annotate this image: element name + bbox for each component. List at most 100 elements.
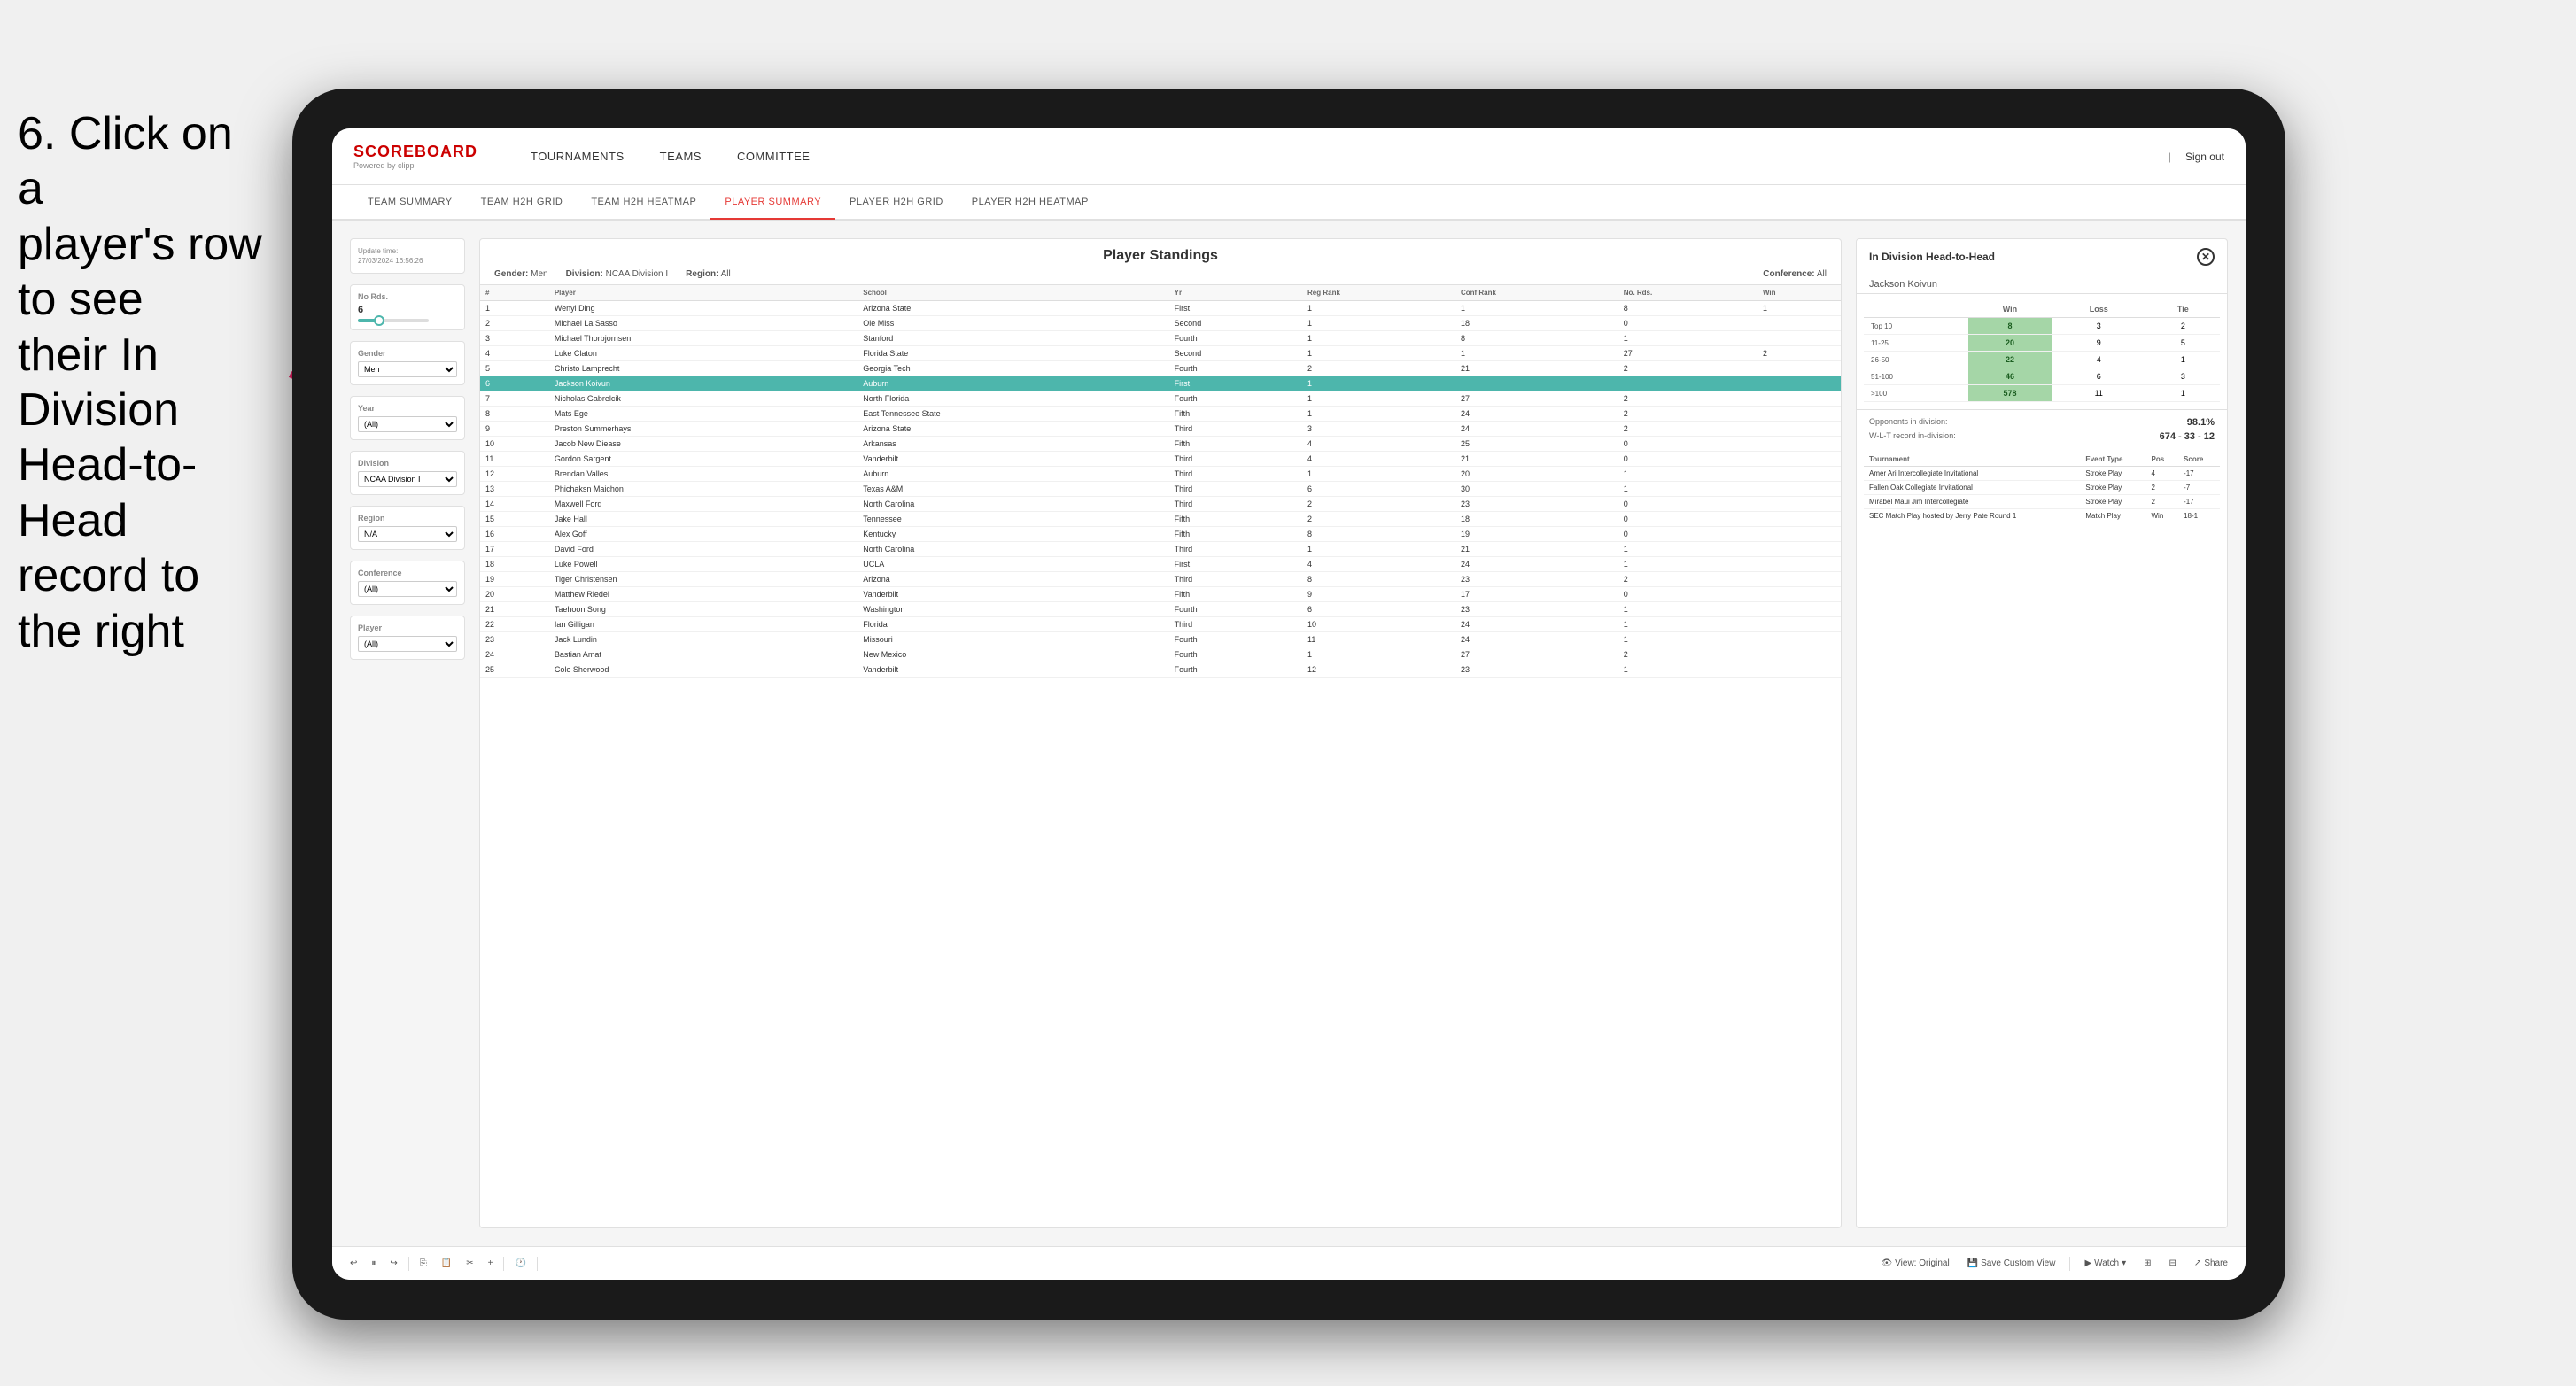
table-row[interactable]: 25 Cole Sherwood Vanderbilt Fourth 12 23…	[480, 662, 1841, 678]
conference-section: Conference (All)	[350, 561, 465, 605]
table-row[interactable]: 22 Ian Gilligan Florida Third 10 24 1	[480, 617, 1841, 632]
player-section: Player (All)	[350, 616, 465, 660]
table-row[interactable]: 19 Tiger Christensen Arizona Third 8 23 …	[480, 572, 1841, 587]
h2h-opponents-label: Opponents in division:	[1869, 417, 1948, 428]
toolbar-sep-1	[408, 1257, 409, 1271]
cell-num: 13	[480, 482, 549, 497]
table-row[interactable]: 17 David Ford North Carolina Third 1 21 …	[480, 542, 1841, 557]
cell-player: Taehoon Song	[549, 602, 857, 617]
pause-button[interactable]: ⏸	[368, 1257, 379, 1270]
cell-conf: 1	[1455, 346, 1618, 361]
h2h-win: 8	[1968, 318, 2052, 335]
share-button[interactable]: ↗ Share	[2191, 1257, 2231, 1271]
gender-select[interactable]: Men	[358, 361, 457, 377]
cell-win	[1757, 632, 1841, 647]
table-row[interactable]: 7 Nicholas Gabrelcik North Florida Fourt…	[480, 391, 1841, 407]
cell-conf: 1	[1455, 301, 1618, 316]
cell-conf: 23	[1455, 497, 1618, 512]
add-button[interactable]: +	[485, 1257, 497, 1270]
tab-player-h2h-grid[interactable]: PLAYER H2H GRID	[835, 186, 958, 220]
table-button[interactable]: ⊟	[2166, 1257, 2180, 1271]
cell-yr: Third	[1169, 572, 1302, 587]
tab-team-h2h-grid[interactable]: TEAM H2H GRID	[467, 186, 578, 220]
table-row[interactable]: 5 Christo Lamprecht Georgia Tech Fourth …	[480, 361, 1841, 376]
table-row[interactable]: 4 Luke Claton Florida State Second 1 1 2…	[480, 346, 1841, 361]
tab-team-summary[interactable]: TEAM SUMMARY	[353, 186, 467, 220]
close-button[interactable]: ✕	[2197, 248, 2215, 266]
center-panel: Player Standings Gender: Men Division: N…	[479, 238, 1842, 1228]
view-original-button[interactable]: 👁 View: Original	[1877, 1257, 1952, 1271]
cell-school: Georgia Tech	[857, 361, 1168, 376]
col-yr: Yr	[1169, 285, 1302, 301]
table-row[interactable]: 21 Taehoon Song Washington Fourth 6 23 1	[480, 602, 1841, 617]
cell-win	[1757, 437, 1841, 452]
slider-thumb	[374, 315, 384, 326]
watch-button[interactable]: ▶ Watch ▾	[2081, 1257, 2130, 1271]
conference-select[interactable]: (All)	[358, 581, 457, 597]
cell-conf: 17	[1455, 587, 1618, 602]
division-section: Division NCAA Division I	[350, 451, 465, 495]
nav-right: | Sign out	[2169, 151, 2224, 163]
nav-teams[interactable]: TEAMS	[642, 143, 719, 170]
crop-button[interactable]: ✂	[462, 1257, 477, 1270]
no-rds-label: No Rds.	[358, 292, 457, 301]
table-row[interactable]: 20 Matthew Riedel Vanderbilt Fifth 9 17 …	[480, 587, 1841, 602]
table-row[interactable]: 24 Bastian Amat New Mexico Fourth 1 27 2	[480, 647, 1841, 662]
save-custom-button[interactable]: 💾 Save Custom View	[1964, 1257, 2060, 1271]
cell-player: Luke Claton	[549, 346, 857, 361]
cell-school: Missouri	[857, 632, 1168, 647]
bottom-toolbar: ↩ ⏸ ↪ ⎘ 📋 ✂ + 🕐 👁 View: Original 💾 Save …	[332, 1246, 2246, 1280]
table-row[interactable]: 12 Brendan Valles Auburn Third 1 20 1	[480, 467, 1841, 482]
cell-conf: 30	[1455, 482, 1618, 497]
no-rds-slider[interactable]	[358, 319, 429, 322]
t-pos: 2	[2146, 481, 2179, 495]
cell-win	[1757, 376, 1841, 391]
player-select[interactable]: (All)	[358, 636, 457, 652]
cell-num: 9	[480, 422, 549, 437]
cell-reg: 1	[1302, 391, 1455, 407]
redo-button[interactable]: ↪	[386, 1257, 400, 1270]
table-row[interactable]: 6 Jackson Koivun Auburn First 1	[480, 376, 1841, 391]
layout-button[interactable]: ⊞	[2140, 1257, 2154, 1271]
cell-num: 1	[480, 301, 549, 316]
cell-num: 5	[480, 361, 549, 376]
cell-conf: 23	[1455, 572, 1618, 587]
table-row[interactable]: 13 Phichaksn Maichon Texas A&M Third 6 3…	[480, 482, 1841, 497]
table-row[interactable]: 2 Michael La Sasso Ole Miss Second 1 18 …	[480, 316, 1841, 331]
table-row[interactable]: 3 Michael Thorbjornsen Stanford Fourth 1…	[480, 331, 1841, 346]
cell-rds: 0	[1618, 437, 1757, 452]
table-row[interactable]: 1 Wenyi Ding Arizona State First 1 1 8 1	[480, 301, 1841, 316]
cell-rds: 1	[1618, 662, 1757, 678]
copy-button[interactable]: ⎘	[416, 1257, 431, 1270]
table-row[interactable]: 23 Jack Lundin Missouri Fourth 11 24 1	[480, 632, 1841, 647]
table-row[interactable]: 15 Jake Hall Tennessee Fifth 2 18 0	[480, 512, 1841, 527]
nav-committee[interactable]: COMMITTEE	[719, 143, 828, 170]
h2h-rank: 11-25	[1864, 335, 1968, 352]
cell-player: Bastian Amat	[549, 647, 857, 662]
cell-conf: 21	[1455, 452, 1618, 467]
tab-player-h2h-heatmap[interactable]: PLAYER H2H HEATMAP	[958, 186, 1103, 220]
undo-button[interactable]: ↩	[346, 1257, 361, 1270]
year-select[interactable]: (All)	[358, 416, 457, 432]
cell-player: Tiger Christensen	[549, 572, 857, 587]
standings-filters: Gender: Men Division: NCAA Division I Re…	[494, 269, 1827, 279]
table-row[interactable]: 16 Alex Goff Kentucky Fifth 8 19 0	[480, 527, 1841, 542]
clock-button[interactable]: 🕐	[511, 1257, 529, 1270]
table-row[interactable]: 11 Gordon Sargent Vanderbilt Third 4 21 …	[480, 452, 1841, 467]
cell-yr: Third	[1169, 497, 1302, 512]
region-select[interactable]: N/A	[358, 526, 457, 542]
nav-tournaments[interactable]: TOURNAMENTS	[513, 143, 642, 170]
table-row[interactable]: 8 Mats Ege East Tennessee State Fifth 1 …	[480, 407, 1841, 422]
table-row[interactable]: 10 Jacob New Diease Arkansas Fifth 4 25 …	[480, 437, 1841, 452]
table-row[interactable]: 18 Luke Powell UCLA First 4 24 1	[480, 557, 1841, 572]
cell-school: Florida	[857, 617, 1168, 632]
tab-team-h2h-heatmap[interactable]: TEAM H2H HEATMAP	[577, 186, 710, 220]
division-select[interactable]: NCAA Division I	[358, 471, 457, 487]
paste-button[interactable]: 📋	[438, 1257, 455, 1270]
cell-win	[1757, 316, 1841, 331]
sign-out-button[interactable]: Sign out	[2185, 151, 2224, 163]
table-row[interactable]: 14 Maxwell Ford North Carolina Third 2 2…	[480, 497, 1841, 512]
tab-player-summary[interactable]: PLAYER SUMMARY	[710, 186, 835, 220]
table-row[interactable]: 9 Preston Summerhays Arizona State Third…	[480, 422, 1841, 437]
standings-scroll[interactable]: # Player School Yr Reg Rank Conf Rank No…	[480, 285, 1841, 678]
